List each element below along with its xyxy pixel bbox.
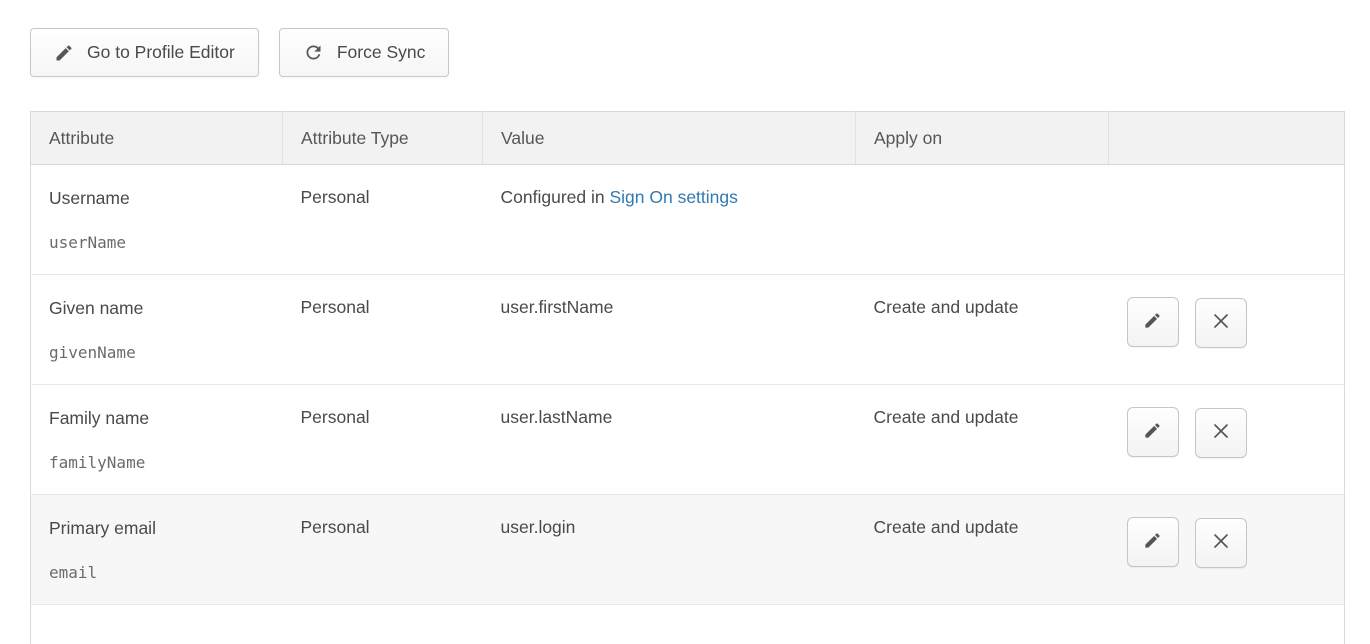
attribute-code: email [49,563,283,583]
actions-cell [1109,275,1345,385]
apply-on-cell: Create and update [856,385,1109,495]
attribute-cell: Given name givenName [31,275,283,385]
column-header-attribute: Attribute [31,112,283,165]
value-cell: user.firstName [483,275,856,385]
go-to-profile-editor-label: Go to Profile Editor [87,42,235,63]
remove-attribute-button[interactable] [1195,518,1247,568]
toolbar: Go to Profile Editor Force Sync [0,0,1370,77]
pencil-icon [54,43,74,63]
attribute-code: userName [49,233,283,253]
remove-attribute-button[interactable] [1195,408,1247,458]
attribute-type-cell: Personal [283,165,483,275]
empty-cell [31,605,1345,644]
attribute-label: Username [49,187,283,209]
column-header-attribute-type: Attribute Type [283,112,483,165]
attribute-type-cell: Personal [283,275,483,385]
apply-on-cell: Create and update [856,275,1109,385]
go-to-profile-editor-button[interactable]: Go to Profile Editor [30,28,259,77]
force-sync-button[interactable]: Force Sync [279,28,450,77]
refresh-icon [303,42,324,63]
actions-cell [1109,385,1345,495]
force-sync-label: Force Sync [337,42,426,63]
attribute-label: Primary email [49,517,283,539]
column-header-actions [1109,112,1345,165]
attribute-code: givenName [49,343,283,363]
apply-on-cell [856,165,1109,275]
attribute-label: Given name [49,297,283,319]
attribute-mappings-page: Go to Profile Editor Force Sync Attribut… [0,0,1370,644]
attribute-code: familyName [49,453,283,473]
table-row-primary-email: Primary email email Personal user.login … [31,495,1345,605]
value-cell: Configured in Sign On settings [483,165,856,275]
attribute-type-cell: Personal [283,385,483,495]
value-cell: user.lastName [483,385,856,495]
attribute-cell: Username userName [31,165,283,275]
close-icon [1212,532,1230,553]
attribute-cell: Family name familyName [31,385,283,495]
table-row-username: Username userName Personal Configured in… [31,165,1345,275]
attribute-type-cell: Personal [283,495,483,605]
pencil-icon [1143,531,1162,553]
table-header-row: Attribute Attribute Type Value Apply on [31,112,1345,165]
close-icon [1212,312,1230,333]
edit-attribute-button[interactable] [1127,517,1179,567]
table-row-given-name: Given name givenName Personal user.first… [31,275,1345,385]
attribute-label: Family name [49,407,283,429]
value-text: Configured in [501,187,610,207]
table-row-empty [31,605,1345,644]
attribute-cell: Primary email email [31,495,283,605]
actions-cell [1109,165,1345,275]
column-header-apply-on: Apply on [856,112,1109,165]
edit-attribute-button[interactable] [1127,297,1179,347]
apply-on-cell: Create and update [856,495,1109,605]
remove-attribute-button[interactable] [1195,298,1247,348]
column-header-value: Value [483,112,856,165]
attribute-mappings-table: Attribute Attribute Type Value Apply on … [30,111,1345,644]
actions-cell [1109,495,1345,605]
sign-on-settings-link[interactable]: Sign On settings [609,187,737,207]
table-row-family-name: Family name familyName Personal user.las… [31,385,1345,495]
pencil-icon [1143,311,1162,333]
pencil-icon [1143,421,1162,443]
value-cell: user.login [483,495,856,605]
edit-attribute-button[interactable] [1127,407,1179,457]
close-icon [1212,422,1230,443]
